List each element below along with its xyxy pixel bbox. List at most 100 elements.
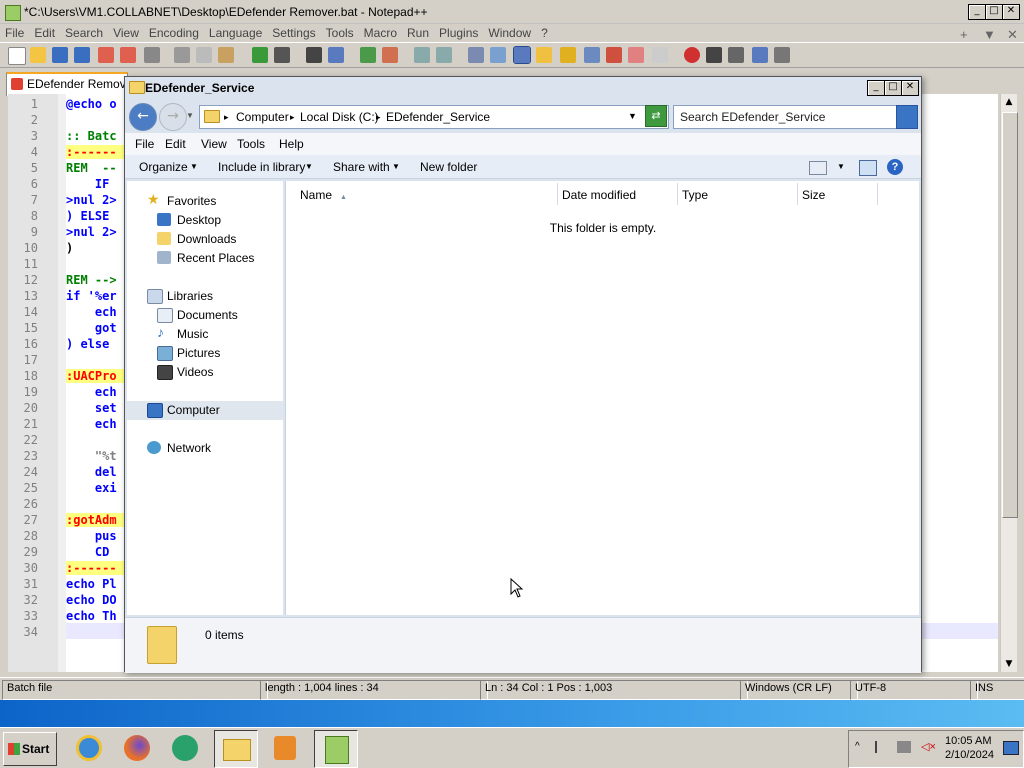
code-line[interactable]: :: Batc	[66, 129, 117, 143]
firefox-icon[interactable]	[116, 730, 158, 766]
menu-run[interactable]: Run	[402, 24, 434, 40]
code-line[interactable]: del	[66, 465, 117, 479]
network-tray-icon[interactable]	[897, 741, 911, 753]
doc-list-icon[interactable]	[584, 47, 600, 63]
volume-muted-icon[interactable]: ◁×	[921, 741, 936, 753]
code-line[interactable]: echo DO	[66, 593, 117, 607]
code-line[interactable]: >nul 2>	[66, 225, 117, 239]
menu-view[interactable]: View	[108, 24, 144, 40]
media-player-icon[interactable]	[264, 730, 306, 766]
column-header-date[interactable]: Date modified	[558, 183, 678, 205]
sync-h-icon[interactable]	[436, 47, 452, 63]
paste-icon[interactable]	[218, 47, 234, 63]
breadcrumb-computer[interactable]: Computer	[236, 110, 289, 124]
exp-menu-edit[interactable]: Edit	[165, 137, 186, 151]
column-header-type[interactable]: Type	[678, 183, 798, 205]
column-header-size[interactable]: Size	[798, 183, 878, 205]
preview-pane-icon[interactable]	[859, 160, 877, 176]
code-line[interactable]: ech	[66, 417, 117, 431]
close-file-icon[interactable]	[98, 47, 114, 63]
code-line[interactable]: :------	[66, 145, 117, 159]
back-arrow-icon[interactable]: ←	[129, 103, 157, 131]
code-line[interactable]: pus	[66, 529, 117, 543]
editor-vertical-scrollbar[interactable]: ▲ ▼	[1000, 94, 1018, 672]
action-center-flag-icon[interactable]	[875, 741, 889, 753]
monitor-icon[interactable]	[652, 47, 668, 63]
maximize-button[interactable]: □	[985, 4, 1003, 20]
change-view-icon[interactable]	[809, 161, 827, 175]
stop-macro-icon[interactable]	[706, 47, 722, 63]
include-dropdown-icon[interactable]: ▼	[305, 162, 313, 171]
address-breadcrumb[interactable]: ▸ Computer ▸ Local Disk (C:) ▸ EDefender…	[199, 105, 669, 129]
tab-list-down-icon[interactable]: ▼	[978, 25, 1001, 42]
menu-window[interactable]: Window	[483, 24, 536, 40]
search-icon[interactable]	[896, 105, 918, 129]
save-macro-icon[interactable]	[774, 47, 790, 63]
scroll-thumb[interactable]	[1002, 112, 1018, 518]
explorer-taskbar-icon[interactable]	[214, 730, 258, 768]
print-icon[interactable]	[144, 47, 160, 63]
code-line[interactable]: ech	[66, 305, 117, 319]
code-line[interactable]: :gotAdm	[66, 513, 117, 527]
code-line[interactable]: CD	[66, 545, 109, 559]
play-macro-icon[interactable]	[728, 47, 744, 63]
function-list-icon[interactable]	[606, 47, 622, 63]
search-box[interactable]: Search EDefender_Service	[673, 105, 918, 129]
code-line[interactable]: exi	[66, 481, 117, 495]
clock-time[interactable]: 10:05 AM	[945, 735, 991, 747]
menu-macro[interactable]: Macro	[359, 24, 402, 40]
close-all-icon[interactable]	[120, 47, 136, 63]
zoom-in-icon[interactable]	[360, 47, 376, 63]
scroll-down-icon[interactable]: ▼	[1001, 656, 1017, 672]
internet-explorer-icon[interactable]	[68, 730, 110, 766]
code-line[interactable]: ) else	[66, 337, 109, 351]
undo-icon[interactable]	[252, 47, 268, 63]
clock-date[interactable]: 2/10/2024	[945, 749, 994, 761]
status-eol[interactable]: Windows (CR LF)	[740, 680, 858, 700]
tab-edefender-remover[interactable]: EDefender Remover	[6, 72, 136, 96]
word-wrap-icon[interactable]	[468, 47, 484, 63]
show-symbols-icon[interactable]	[490, 47, 506, 63]
menu-file[interactable]: File	[0, 24, 29, 40]
save-icon[interactable]	[52, 47, 68, 63]
new-file-icon[interactable]	[8, 47, 26, 65]
menu-help[interactable]: ?	[536, 24, 553, 40]
open-file-icon[interactable]	[30, 47, 46, 63]
explorer-minimize-button[interactable]: _	[867, 80, 885, 96]
menu-plugins[interactable]: Plugins	[434, 24, 483, 40]
redo-icon[interactable]	[274, 47, 290, 63]
code-line[interactable]: echo Pl	[66, 577, 117, 591]
folder-workspace-icon[interactable]	[628, 47, 644, 63]
include-in-library-button[interactable]: Include in library	[218, 160, 305, 174]
menu-tools[interactable]: Tools	[321, 24, 359, 40]
minimize-button[interactable]: _	[968, 4, 986, 20]
run-macro-multiple-icon[interactable]	[752, 47, 768, 63]
close-button[interactable]: ✕	[1002, 4, 1020, 20]
code-line[interactable]: if '%er	[66, 289, 117, 303]
exp-menu-view[interactable]: View	[201, 137, 227, 151]
code-line[interactable]: REM -->	[66, 273, 117, 287]
breadcrumb-local-disk[interactable]: Local Disk (C:)	[300, 110, 379, 124]
record-macro-icon[interactable]	[684, 47, 700, 63]
menu-search[interactable]: Search	[60, 24, 108, 40]
exp-menu-file[interactable]: File	[135, 137, 154, 151]
notepadpp-taskbar-icon[interactable]	[314, 730, 358, 768]
share-dropdown-icon[interactable]: ▼	[392, 162, 400, 171]
exp-menu-tools[interactable]: Tools	[237, 137, 265, 151]
code-line[interactable]: >nul 2>	[66, 193, 117, 207]
code-line[interactable]: set	[66, 401, 117, 415]
show-desktop-icon[interactable]	[1003, 741, 1019, 755]
code-line[interactable]: "%t	[66, 449, 117, 463]
help-icon[interactable]: ?	[887, 159, 903, 175]
doc-map-icon[interactable]	[560, 47, 576, 63]
zoom-out-icon[interactable]	[382, 47, 398, 63]
code-line[interactable]: :UACPro	[66, 369, 117, 383]
code-line[interactable]: :------	[66, 561, 117, 575]
media-center-icon[interactable]	[164, 730, 206, 766]
find-icon[interactable]	[306, 47, 322, 63]
menu-edit[interactable]: Edit	[29, 24, 60, 40]
refresh-icon[interactable]: ⇄	[645, 105, 667, 127]
new-tab-plus-icon[interactable]: +	[955, 25, 973, 42]
view-dropdown-icon[interactable]: ▼	[837, 162, 845, 171]
save-all-icon[interactable]	[74, 47, 90, 63]
